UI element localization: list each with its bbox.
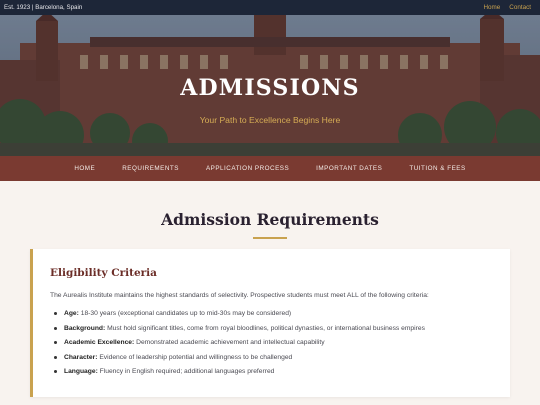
criteria-label: Academic Excellence: xyxy=(64,339,135,346)
list-item: Academic Excellence: Demonstrated academ… xyxy=(50,338,505,353)
nav-item-important-dates[interactable]: IMPORTANT DATES xyxy=(316,165,382,172)
list-item: Background: Must hold significant titles… xyxy=(50,324,505,339)
list-item: Language: Fluency in English required; a… xyxy=(50,367,505,382)
criteria-text: Evidence of leadership potential and wil… xyxy=(99,353,293,361)
top-bar: Est. 1923 | Barcelona, Spain Home Contac… xyxy=(0,0,540,15)
home-link[interactable]: Home xyxy=(484,4,501,11)
criteria-text: 18-30 years (exceptional candidates up t… xyxy=(80,310,292,317)
card-intro: The Aurealis Institute maintains the hig… xyxy=(50,292,429,299)
criteria-label: Age: xyxy=(64,310,79,317)
criteria-text: Fluency in English required; additional … xyxy=(99,368,275,375)
list-item: Character: Evidence of leadership potent… xyxy=(50,353,505,368)
top-links: Home Contact xyxy=(484,4,532,11)
criteria-label: Language: xyxy=(64,368,98,375)
eligibility-card: Eligibility Criteria The Aurealis Instit… xyxy=(30,249,510,397)
bullet-icon xyxy=(54,341,57,344)
criteria-label: Character: xyxy=(64,353,98,361)
nav-item-requirements[interactable]: REQUIREMENTS xyxy=(122,165,179,172)
criteria-text: Must hold significant titles, come from … xyxy=(107,324,425,332)
nav-item-tuition-fees[interactable]: TUITION & FEES xyxy=(409,165,465,172)
page-title: ADMISSIONS xyxy=(180,75,360,101)
section-title: Admission Requirements xyxy=(161,210,379,229)
nav-item-application-process[interactable]: APPLICATION PROCESS xyxy=(206,165,289,172)
list-item: Age: 18-30 years (exceptional candidates… xyxy=(50,309,505,324)
criteria-text: Demonstrated academic achievement and in… xyxy=(136,339,325,346)
section-divider xyxy=(253,237,287,239)
hero-tagline: Your Path to Excellence Begins Here xyxy=(199,115,341,125)
contact-link[interactable]: Contact xyxy=(509,4,531,11)
bullet-icon xyxy=(54,312,57,315)
hero-banner: ADMISSIONS Your Path to Excellence Begin… xyxy=(0,15,540,156)
criteria-label: Background: xyxy=(64,324,106,332)
bullet-icon xyxy=(54,326,57,330)
bullet-icon xyxy=(54,370,57,373)
card-title: Eligibility Criteria xyxy=(50,267,157,279)
main-nav: HOME REQUIREMENTS APPLICATION PROCESS IM… xyxy=(0,156,540,181)
nav-item-home[interactable]: HOME xyxy=(74,165,95,172)
criteria-list: Age: 18-30 years (exceptional candidates… xyxy=(50,309,505,382)
established-text: Est. 1923 | Barcelona, Spain xyxy=(4,4,83,11)
bullet-icon xyxy=(54,355,57,359)
